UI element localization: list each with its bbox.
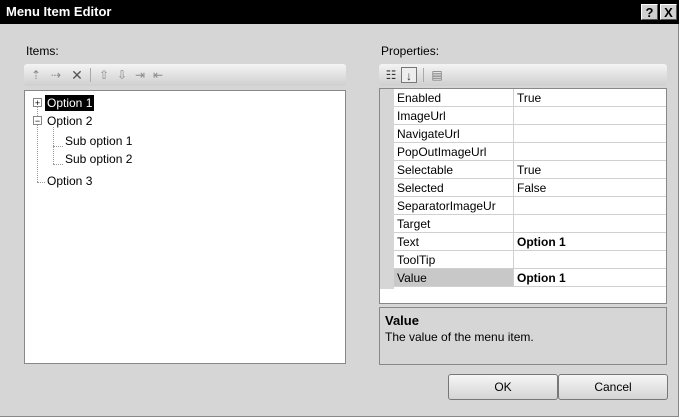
property-value[interactable]: False bbox=[514, 179, 666, 197]
property-row[interactable]: SeparatorImageUr bbox=[394, 197, 666, 215]
tree-item-sub-option-2[interactable]: Sub option 2 bbox=[65, 151, 132, 167]
property-grid-gutter bbox=[380, 89, 394, 289]
property-name: SeparatorImageUr bbox=[394, 197, 514, 215]
property-row[interactable]: Target bbox=[394, 215, 666, 233]
property-description-panel: Value The value of the menu item. bbox=[379, 307, 667, 365]
description-text: The value of the menu item. bbox=[385, 330, 534, 344]
property-name: ToolTip bbox=[394, 251, 514, 269]
cancel-button[interactable]: Cancel bbox=[558, 374, 668, 400]
property-name: PopOutImageUrl bbox=[394, 143, 514, 161]
property-grid: Enabled True ImageUrl NavigateUrl PopOutImag… bbox=[379, 88, 667, 304]
tree-item-option-2[interactable]: Option 2 bbox=[47, 113, 92, 129]
property-name: Selectable bbox=[394, 161, 514, 179]
property-value[interactable] bbox=[514, 197, 666, 215]
tree-item-option-1[interactable]: Option 1 bbox=[45, 95, 95, 111]
property-row[interactable]: ToolTip bbox=[394, 251, 666, 269]
tree-item-option-3[interactable]: Option 3 bbox=[47, 173, 92, 189]
categorized-icon[interactable]: ☷ bbox=[383, 67, 399, 83]
description-title: Value bbox=[385, 313, 419, 328]
properties-toolbar: ☷ ↓ ▤ bbox=[379, 64, 667, 86]
indent-icon[interactable]: ⇥ bbox=[132, 67, 148, 83]
property-row[interactable]: NavigateUrl bbox=[394, 125, 666, 143]
property-value[interactable] bbox=[514, 125, 666, 143]
items-label: Items: bbox=[26, 44, 59, 58]
collapse-option-2-icon[interactable]: − bbox=[33, 116, 42, 126]
property-value[interactable] bbox=[514, 215, 666, 233]
property-row[interactable]: Enabled True bbox=[394, 89, 666, 107]
move-down-icon[interactable]: ⇩ bbox=[114, 67, 130, 83]
property-name: Enabled bbox=[394, 89, 514, 107]
property-row[interactable]: Selected False bbox=[394, 179, 666, 197]
title-bar[interactable]: Menu Item Editor ? X bbox=[0, 0, 679, 24]
property-value[interactable] bbox=[514, 107, 666, 125]
property-name: ImageUrl bbox=[394, 107, 514, 125]
property-value[interactable]: Option 1 bbox=[514, 269, 666, 287]
property-value[interactable] bbox=[514, 143, 666, 161]
property-value[interactable]: Option 1 bbox=[514, 233, 666, 251]
tree-connector bbox=[53, 164, 63, 165]
property-name: Value bbox=[394, 269, 514, 287]
move-up-icon[interactable]: ⇧ bbox=[96, 67, 112, 83]
menu-item-editor-dialog: Menu Item Editor ? X Items: ⇡ ⇢ ✕ ⇧ ⇩ ⇥ … bbox=[0, 0, 679, 417]
property-value[interactable] bbox=[514, 251, 666, 269]
delete-icon[interactable]: ✕ bbox=[69, 67, 85, 83]
alphabetical-icon[interactable]: ↓ bbox=[401, 67, 417, 83]
add-child-item-icon[interactable]: ⇢ bbox=[48, 67, 64, 83]
tree-connector bbox=[37, 182, 45, 183]
property-name: NavigateUrl bbox=[394, 125, 514, 143]
close-button[interactable]: X bbox=[660, 4, 677, 20]
expand-option-1-icon[interactable]: + bbox=[33, 98, 42, 108]
property-row[interactable]: ImageUrl bbox=[394, 107, 666, 125]
property-value[interactable]: True bbox=[514, 89, 666, 107]
property-name: Selected bbox=[394, 179, 514, 197]
tree-item-sub-option-1[interactable]: Sub option 1 bbox=[65, 133, 132, 149]
property-row[interactable]: Value Option 1 bbox=[394, 269, 666, 287]
toolbar-separator bbox=[423, 68, 424, 82]
property-pages-icon[interactable]: ▤ bbox=[429, 67, 445, 83]
items-toolbar: ⇡ ⇢ ✕ ⇧ ⇩ ⇥ ⇤ bbox=[24, 64, 346, 86]
outdent-icon[interactable]: ⇤ bbox=[150, 67, 166, 83]
property-row[interactable]: PopOutImageUrl bbox=[394, 143, 666, 161]
property-name: Text bbox=[394, 233, 514, 251]
property-row[interactable]: Text Option 1 bbox=[394, 233, 666, 251]
tree-connector bbox=[53, 146, 63, 147]
properties-label: Properties: bbox=[381, 44, 440, 58]
help-button[interactable]: ? bbox=[641, 4, 658, 20]
items-tree[interactable]: + Option 1 − Option 2 Sub option 1 Sub o… bbox=[24, 90, 346, 364]
ok-button[interactable]: OK bbox=[448, 374, 558, 400]
property-name: Target bbox=[394, 215, 514, 233]
dialog-title: Menu Item Editor bbox=[6, 4, 112, 19]
property-row[interactable]: Selectable True bbox=[394, 161, 666, 179]
property-value[interactable]: True bbox=[514, 161, 666, 179]
toolbar-separator bbox=[90, 68, 91, 82]
add-root-item-icon[interactable]: ⇡ bbox=[28, 67, 44, 83]
